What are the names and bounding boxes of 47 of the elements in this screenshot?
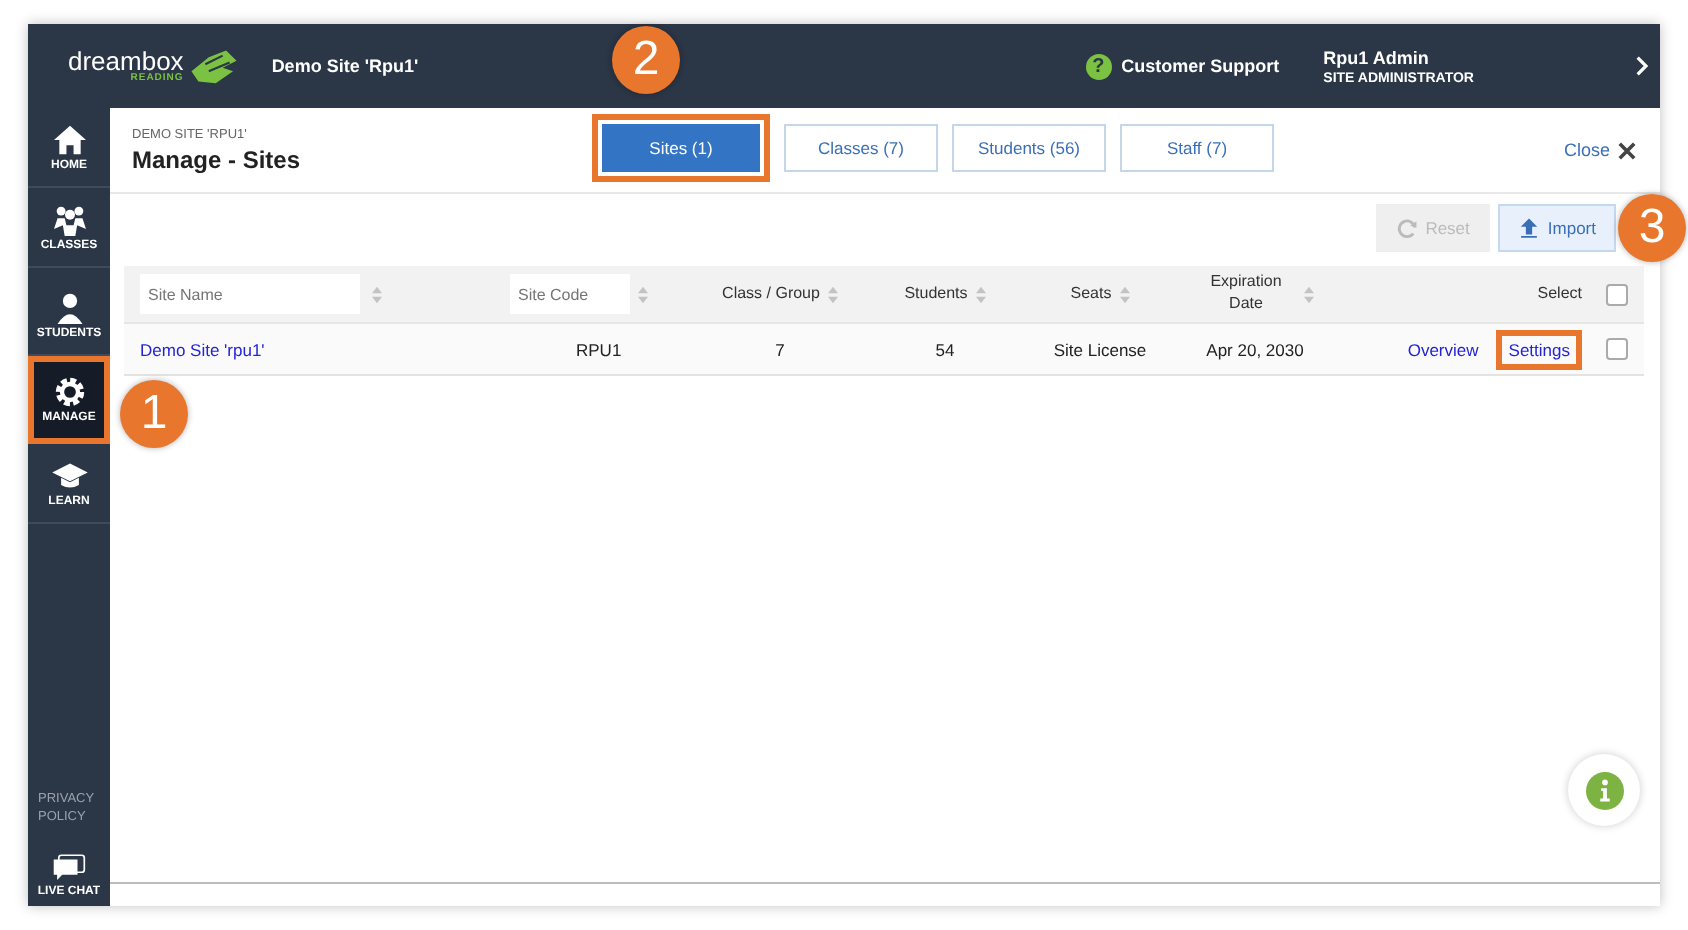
select-all-checkbox[interactable]	[1606, 283, 1628, 305]
site-name-link[interactable]: Demo Site 'rpu1'	[140, 339, 265, 359]
people-icon	[51, 203, 87, 235]
table-cell: Apr 20, 2030	[1206, 339, 1304, 359]
customer-support-link[interactable]: Customer Support	[1121, 56, 1280, 76]
tab[interactable]: Classes (7)	[784, 124, 938, 172]
table-cell: 54	[935, 339, 955, 359]
sort-icon[interactable]	[1304, 285, 1314, 303]
sort-icon[interactable]	[1119, 285, 1130, 303]
step-number-badge: 3	[1618, 194, 1686, 262]
table-cell: Site License	[1053, 339, 1147, 359]
import-button[interactable]: Import	[1497, 204, 1616, 252]
sort-icon[interactable]	[638, 285, 648, 303]
chat-bubbles-icon	[52, 854, 86, 882]
tab[interactable]: Sites (1)	[592, 114, 770, 182]
refresh-icon	[1395, 217, 1418, 239]
filter-field[interactable]: Site Code	[510, 274, 630, 314]
table-cell: 7	[775, 339, 785, 359]
column-header: Seats	[1070, 283, 1112, 305]
column-header: Students	[904, 283, 968, 305]
upload-icon	[1517, 217, 1540, 239]
help-icon[interactable]: ?	[1085, 53, 1112, 79]
close-icon	[1618, 141, 1636, 159]
info-icon	[1585, 771, 1623, 809]
tab[interactable]: Staff (7)	[1120, 124, 1274, 172]
column-header: Expiration Date	[1208, 272, 1284, 316]
house-icon	[51, 123, 87, 155]
table-cell: RPU1	[576, 339, 622, 359]
graduation-cap-icon	[51, 459, 87, 491]
row-action-link[interactable]: Settings	[1496, 329, 1582, 369]
user-name: Rpu1 Admin	[1323, 47, 1431, 67]
sort-icon[interactable]	[975, 285, 986, 303]
site-name: Demo Site 'Rpu1'	[271, 56, 419, 76]
filter-field[interactable]: Site Name	[140, 274, 360, 314]
brand-name: dreambox	[68, 48, 184, 74]
sort-icon[interactable]	[827, 285, 838, 303]
page-title: Manage - Sites	[132, 145, 303, 173]
row-checkbox[interactable]	[1606, 338, 1628, 360]
row-action-link[interactable]: Overview	[1395, 329, 1491, 369]
close-button[interactable]: Close	[1563, 140, 1636, 160]
sort-icon[interactable]	[372, 285, 382, 303]
tab[interactable]: Students (56)	[952, 124, 1106, 172]
gear-icon	[51, 376, 87, 408]
info-button[interactable]	[1568, 754, 1640, 826]
column-header: Class / Group	[722, 283, 820, 305]
column-header: Select	[1537, 283, 1582, 305]
chevron-right-icon[interactable]	[1634, 56, 1648, 76]
